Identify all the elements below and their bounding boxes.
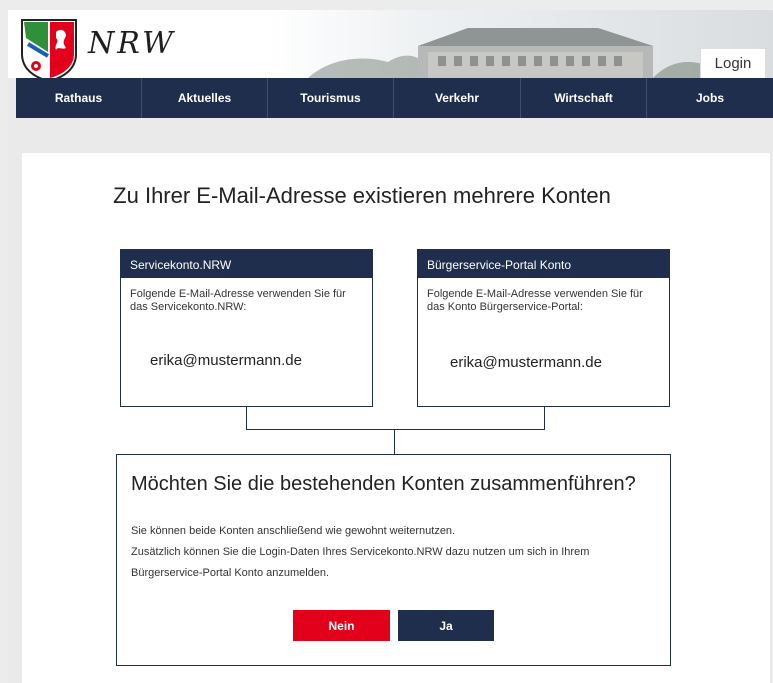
login-button[interactable]: Login <box>700 48 766 78</box>
nav-item-aktuelles[interactable]: Aktuelles <box>142 78 268 118</box>
servicekonto-card: Servicekonto.NRW Folgende E-Mail-Adresse… <box>120 249 373 407</box>
merge-question: Möchten Sie die bestehenden Konten zusam… <box>131 473 636 495</box>
merge-text-line: Bürgerservice-Portal Konto anzumelden. <box>131 567 330 579</box>
nav-item-jobs[interactable]: Jobs <box>647 78 773 118</box>
header-building-image <box>268 10 773 78</box>
nav-item-wirtschaft[interactable]: Wirtschaft <box>521 78 647 118</box>
site-header: NRW Login <box>8 10 773 78</box>
buergerservice-email: erika@mustermann.de <box>450 354 602 371</box>
servicekonto-card-description: Folgende E-Mail-Adresse verwenden Sie fü… <box>130 288 346 313</box>
servicekonto-email: erika@mustermann.de <box>150 352 302 369</box>
buergerservice-card: Bürgerservice-Portal Konto Folgende E-Ma… <box>417 249 670 407</box>
brand-wordmark: NRW <box>88 26 177 61</box>
card-connector-line <box>246 407 545 430</box>
yes-button[interactable]: Ja <box>398 610 494 641</box>
merge-description: Sie können beide Konten anschließend wie… <box>131 521 589 584</box>
merge-dialog: Möchten Sie die bestehenden Konten zusam… <box>116 454 671 666</box>
servicekonto-card-header: Servicekonto.NRW <box>121 250 372 278</box>
nrw-coat-of-arms-logo[interactable] <box>20 18 78 78</box>
nav-item-verkehr[interactable]: Verkehr <box>394 78 521 118</box>
nav-item-rathaus[interactable]: Rathaus <box>16 78 142 118</box>
buergerservice-card-description: Folgende E-Mail-Adresse verwenden Sie fü… <box>427 288 643 313</box>
merge-text-line: Sie können beide Konten anschließend wie… <box>131 525 456 537</box>
page-title: Zu Ihrer E-Mail-Adresse existieren mehre… <box>113 183 611 208</box>
buergerservice-card-header: Bürgerservice-Portal Konto <box>418 250 669 278</box>
main-nav: Rathaus Aktuelles Tourismus Verkehr Wirt… <box>16 78 773 118</box>
main-content: Zu Ihrer E-Mail-Adresse existieren mehre… <box>22 153 770 683</box>
merge-connector-line <box>394 430 395 454</box>
no-button[interactable]: Nein <box>293 610 390 641</box>
nav-item-tourismus[interactable]: Tourismus <box>268 78 394 118</box>
merge-text-line: Zusätzlich können Sie die Login-Daten Ih… <box>131 546 590 558</box>
